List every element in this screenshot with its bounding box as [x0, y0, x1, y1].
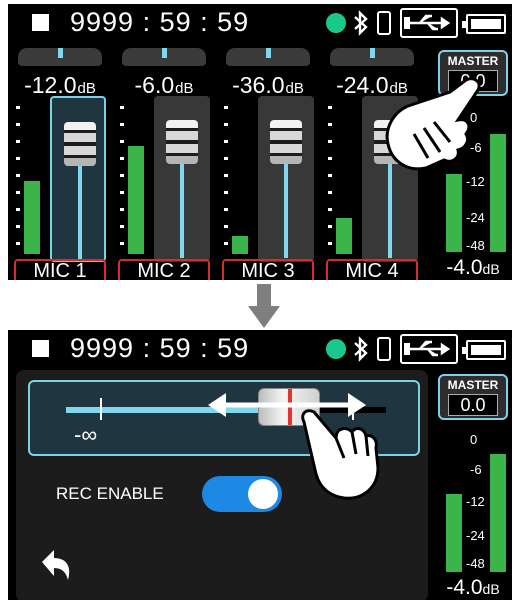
channel-level: -36.0dB: [232, 72, 304, 98]
back-icon[interactable]: [36, 546, 76, 586]
tap-hand-icon: [301, 409, 380, 500]
pan-knob[interactable]: [226, 48, 310, 66]
master-button[interactable]: MASTER 0.0: [438, 374, 508, 420]
level-meter: [128, 146, 144, 254]
fader-knob[interactable]: [270, 120, 302, 164]
meter-scale: [120, 106, 124, 256]
pan-knob[interactable]: [330, 48, 414, 66]
master-meter-right: [490, 134, 506, 252]
channel-label[interactable]: MIC 2: [118, 259, 210, 280]
meter-scale: [328, 106, 332, 256]
battery-icon: [462, 14, 506, 34]
meter-scale: [16, 106, 20, 256]
master-meter-left: [446, 174, 462, 252]
fader[interactable]: [154, 96, 210, 262]
fader-knob[interactable]: [166, 120, 198, 164]
bluetooth-icon: [354, 10, 368, 36]
record-status-icon: [326, 13, 346, 33]
channel-strip-mic3: -36.0dB MIC 3: [218, 44, 318, 280]
rec-enable-label: REC ENABLE: [56, 484, 164, 503]
pan-knob[interactable]: [18, 48, 102, 66]
channel-label[interactable]: MIC 1: [14, 259, 106, 280]
phone-icon: [377, 337, 391, 361]
record-status-icon: [326, 339, 346, 359]
channel-level: -12.0dB: [24, 72, 96, 98]
master-level: -4.0dB: [446, 576, 500, 599]
master-meter-right: [490, 454, 506, 572]
arrow-down-icon: [248, 284, 280, 328]
phone-icon: [377, 11, 391, 35]
level-meter: [232, 236, 248, 254]
stop-icon: [32, 340, 49, 357]
channel-strip-mic2: -6.0dB MIC 2: [114, 44, 214, 280]
channel-label[interactable]: MIC 4: [326, 259, 418, 280]
timecode: 9999 : 59 : 59: [70, 333, 250, 363]
fader[interactable]: [50, 96, 106, 262]
bluetooth-icon: [354, 336, 368, 362]
master-value: 0.0: [448, 394, 498, 416]
status-bar: 9999 : 59 : 59: [8, 4, 512, 40]
master-meter-left: [446, 494, 462, 572]
fader[interactable]: [258, 96, 314, 262]
timecode: 9999 : 59 : 59: [70, 7, 250, 37]
meter-scale: [224, 106, 228, 256]
slider-min-label: -∞: [74, 422, 98, 447]
level-meter: [24, 181, 40, 254]
battery-icon: [462, 340, 506, 360]
level-meter: [336, 218, 352, 254]
slider-tick: [100, 398, 102, 420]
channel-strip-mic1: -12.0dB MIC 1: [10, 44, 110, 280]
pan-knob[interactable]: [122, 48, 206, 66]
tap-hand-icon: [385, 77, 481, 171]
usb-icon: [400, 8, 458, 38]
master-section: MASTER 0.0 0 -6 -12 -24 -48 -4.0dB: [434, 370, 512, 600]
master-title: MASTER: [447, 54, 499, 68]
status-bar: 9999 : 59 : 59: [8, 330, 512, 366]
channel-level: -6.0dB: [134, 72, 194, 98]
master-title: MASTER: [447, 378, 499, 392]
channel-label[interactable]: MIC 3: [222, 259, 314, 280]
stop-icon: [32, 14, 49, 31]
usb-icon: [400, 334, 458, 364]
rec-enable-toggle[interactable]: [202, 476, 282, 512]
master-level: -4.0dB: [446, 256, 500, 279]
fader-knob[interactable]: [64, 122, 96, 166]
channel-edit-screen: 9999 : 59 : 59 -∞ REC ENABLE MASTER 0.0: [8, 330, 512, 600]
